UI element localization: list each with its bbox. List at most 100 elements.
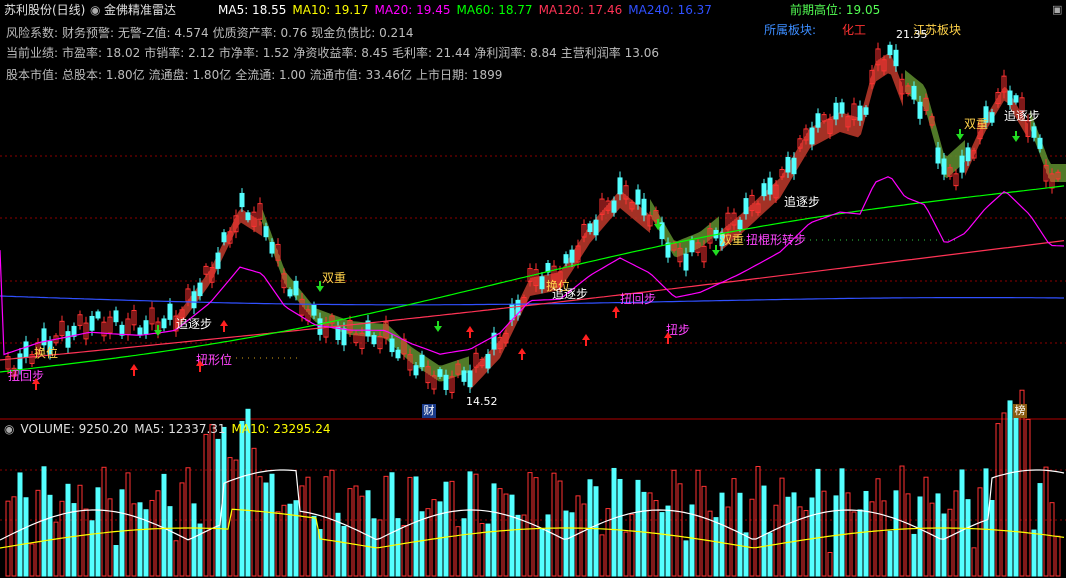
volume-bar	[77, 484, 83, 577]
candle-body	[539, 276, 545, 290]
candle-body	[95, 311, 101, 319]
finance-badge[interactable]: 财	[422, 404, 436, 418]
candle-body	[221, 232, 227, 243]
volume-bar	[173, 540, 179, 577]
candle-body	[989, 112, 995, 123]
volume-bar	[821, 490, 827, 577]
volume-bar	[347, 488, 353, 577]
volume-bar	[551, 472, 557, 577]
volume-bar	[581, 503, 587, 577]
volume-bar	[623, 531, 629, 577]
volume-bar	[137, 502, 143, 577]
volume-bar	[545, 514, 551, 577]
volume-bar	[599, 534, 605, 577]
volume-dropdown-icon[interactable]: ◉	[4, 422, 14, 436]
volume-bar	[197, 523, 203, 577]
volume-bar	[1013, 405, 1019, 577]
candle-body	[443, 374, 449, 390]
volume-bar	[131, 503, 137, 577]
ma-legend: MA5: 18.55 MA10: 19.17 MA20: 19.45 MA60: 18…	[218, 3, 718, 17]
volume-bar	[917, 496, 923, 577]
volume-bar	[11, 496, 17, 577]
volume-bar	[23, 497, 29, 577]
sell-arrow	[1012, 136, 1020, 142]
candle-body	[293, 280, 299, 296]
volume-bar	[911, 533, 917, 577]
volume-bar	[761, 485, 767, 577]
volume-bar	[947, 508, 953, 577]
volume-bar	[713, 517, 719, 577]
sector-label: 所属板块:	[764, 23, 817, 37]
rank-badge[interactable]: 榜	[1013, 404, 1027, 418]
candle-body	[887, 44, 893, 56]
volume-bar	[1001, 412, 1007, 577]
candle-body	[341, 328, 347, 346]
indicator-name[interactable]: 金佛精准雷达	[104, 3, 176, 17]
candle-body	[17, 353, 23, 370]
volume-bar	[203, 433, 209, 577]
candle-body	[917, 101, 923, 119]
candle-body	[791, 157, 797, 175]
candle-body	[461, 370, 467, 382]
volume-bar	[839, 468, 845, 577]
volume-bar	[293, 500, 299, 577]
volume-bar	[503, 493, 509, 577]
candle-body	[161, 318, 167, 329]
volume-bar	[959, 469, 965, 577]
volume-bar	[971, 547, 977, 577]
volume-bar	[1055, 535, 1061, 577]
volume-bar	[785, 496, 791, 577]
volume-bar	[71, 503, 77, 577]
volume-bar	[659, 512, 665, 577]
signal-label: 双重	[720, 233, 744, 247]
volume-bar	[539, 529, 545, 577]
volume-bar	[701, 485, 707, 577]
volume-bar	[983, 468, 989, 577]
candle-body	[815, 113, 821, 128]
volume-bar	[1049, 502, 1055, 577]
volume-bar	[725, 506, 731, 577]
candle-body	[119, 324, 125, 336]
volume-bar	[35, 489, 41, 577]
candle-body	[317, 318, 323, 335]
volume-bar	[89, 520, 95, 577]
candle-body	[767, 177, 773, 195]
volume-bar	[671, 469, 677, 577]
candle-body	[893, 49, 899, 67]
candle-body	[467, 370, 473, 388]
prior-high-label: 前期高位: 19.05	[790, 3, 881, 17]
volume-bar	[1037, 483, 1043, 577]
candle-body	[395, 349, 401, 359]
volume-bar	[179, 482, 185, 577]
ma-legend-item: MA240: 16.37	[628, 3, 712, 17]
volume-bar	[827, 552, 833, 577]
candle-body	[617, 177, 623, 195]
candle-body	[1037, 137, 1043, 149]
volume-bar	[437, 501, 443, 577]
price-chart[interactable]: 换位扭回步扭形位追逐步双重换位追逐步 扭回步扭步双重 扭棍形转步追逐步双重追逐步	[0, 0, 1066, 578]
volume-bar	[407, 476, 413, 577]
volume-bar	[893, 490, 899, 577]
volume-bar	[479, 522, 485, 577]
high-price-annotation: 21.35	[896, 28, 928, 41]
stock-chart-panel[interactable]: 换位 扭回步 扭形位 追逐步 双重 换位 追逐步 扭回步 扭步 双重 扭棍形转步 追逐步 双重 追逐步 苏…	[0, 0, 1066, 578]
volume-bar	[125, 472, 131, 577]
volume-bar	[311, 515, 317, 577]
volume-header: ◉ VOLUME: 9250.20 MA5: 12337.31 MA10: 23295…	[4, 422, 331, 436]
signal-label: 换位	[34, 345, 58, 360]
volume-bar	[611, 467, 617, 577]
volume-bar	[83, 508, 89, 577]
volume-bar	[65, 483, 71, 577]
volume-bar	[749, 498, 755, 577]
volume-bar	[569, 512, 575, 577]
info-performance-line: 当前业绩: 市盈率: 18.02 市销率: 2.12 市净率: 1.52 净资收益率: …	[6, 46, 659, 60]
dropdown-icon[interactable]: ◉	[90, 3, 100, 17]
signal-label: 追逐步	[1004, 108, 1040, 123]
buy-arrow	[518, 348, 526, 354]
buy-arrow	[220, 320, 228, 326]
collapse-icon[interactable]: ▣	[1052, 3, 1062, 17]
candle-body	[833, 102, 839, 120]
sell-arrow	[316, 286, 324, 292]
volume-bar	[299, 485, 305, 577]
info-capital-line: 股本市值: 总股本: 1.80亿 流通盘: 1.80亿 全流通: 1.00 流通市值: …	[6, 68, 503, 82]
